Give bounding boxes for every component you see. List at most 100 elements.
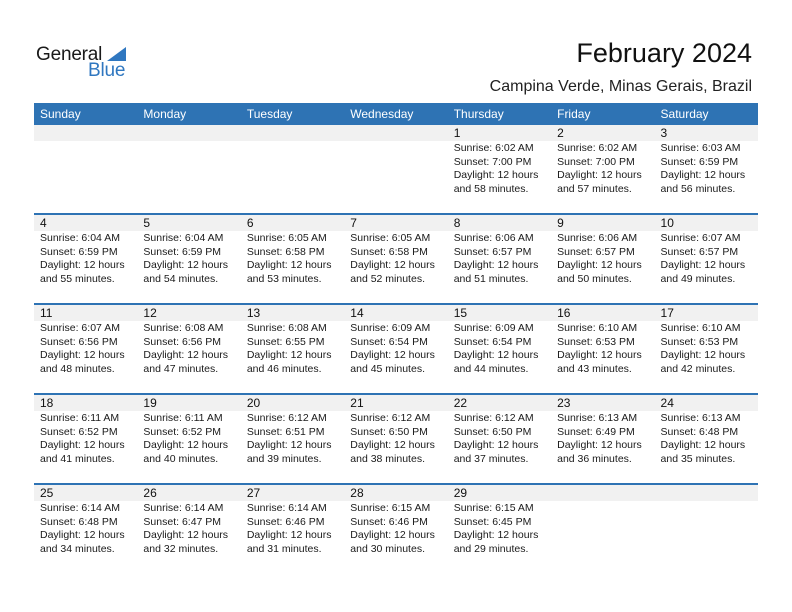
sunrise-text: Sunrise: 6:14 AM [246, 502, 327, 514]
day-cell: 27 Sunrise: 6:14 AM Sunset: 6:46 PM Dayligh… [241, 485, 344, 556]
day-cell: 6 Sunrise: 6:05 AM Sunset: 6:58 PM Daylight… [241, 215, 344, 286]
generalblue-logo: General Blue [36, 44, 136, 81]
daylight-text: Daylight: 12 hours [350, 439, 435, 451]
daylight-text: Daylight: 12 hours [350, 529, 435, 541]
day-cell [241, 125, 344, 196]
day-cell [655, 485, 758, 556]
day-number: 25 [40, 486, 54, 500]
week-cells: 18 Sunrise: 6:11 AM Sunset: 6:52 PM Dayligh… [34, 395, 758, 466]
day-info: Sunrise: 6:06 AM Sunset: 6:57 PM Daylight:… [454, 232, 551, 286]
day-number: 28 [350, 486, 364, 500]
day-cell: 17 Sunrise: 6:10 AM Sunset: 6:53 PM Dayligh… [655, 305, 758, 376]
day-info: Sunrise: 6:04 AM Sunset: 6:59 PM Daylight:… [143, 232, 240, 286]
day-cell: 16 Sunrise: 6:10 AM Sunset: 6:53 PM Dayligh… [551, 305, 654, 376]
week-cells: 25 Sunrise: 6:14 AM Sunset: 6:48 PM Dayligh… [34, 485, 758, 556]
day-info: Sunrise: 6:15 AM Sunset: 6:46 PM Daylight:… [350, 502, 447, 556]
day-cell: 21 Sunrise: 6:12 AM Sunset: 6:50 PM Dayligh… [344, 395, 447, 466]
daylight-minutes-text: and 32 minutes. [143, 542, 219, 555]
daylight-minutes-text: and 55 minutes. [40, 272, 115, 285]
day-info: Sunrise: 6:08 AM Sunset: 6:56 PM Daylight:… [143, 322, 240, 376]
day-number: 29 [453, 486, 468, 500]
daylight-minutes-text: and 40 minutes. [143, 452, 219, 465]
sunrise-text: Sunrise: 6:07 AM [40, 322, 120, 334]
day-info: Sunrise: 6:15 AM Sunset: 6:45 PM Daylight:… [454, 502, 551, 556]
daylight-text: Daylight: 12 hours [557, 439, 642, 451]
sunset-text: Sunset: 6:51 PM [246, 425, 325, 438]
day-info: Sunrise: 6:13 AM Sunset: 6:48 PM Daylight:… [661, 412, 758, 466]
daylight-minutes-text: and 39 minutes. [246, 452, 322, 465]
sunset-text: Sunset: 6:59 PM [660, 155, 739, 168]
sunrise-text: Sunrise: 6:04 AM [143, 232, 224, 244]
calendar-grid: Sunday Monday Tuesday Wednesday Thursday… [34, 103, 758, 573]
day-number: 27 [246, 486, 261, 500]
sunrise-text: Sunrise: 6:13 AM [557, 412, 638, 424]
day-cell: 11 Sunrise: 6:07 AM Sunset: 6:56 PM Dayligh… [34, 305, 137, 376]
weekday-monday: Monday [143, 107, 187, 121]
daylight-text: Daylight: 12 hours [246, 259, 332, 271]
day-number: 5 [143, 216, 151, 230]
sunrise-text: Sunrise: 6:11 AM [40, 412, 120, 424]
sunrise-text: Sunrise: 6:02 AM [453, 142, 534, 154]
day-info: Sunrise: 6:11 AM Sunset: 6:52 PM Daylight:… [40, 412, 137, 466]
day-info: Sunrise: 6:12 AM Sunset: 6:50 PM Daylight:… [454, 412, 551, 466]
daylight-text: Daylight: 12 hours [557, 259, 642, 271]
daylight-minutes-text: and 47 minutes. [143, 362, 219, 375]
day-cell: 3 Sunrise: 6:03 AM Sunset: 6:59 PM Daylight… [655, 125, 758, 196]
day-cell: 12 Sunrise: 6:08 AM Sunset: 6:56 PM Dayligh… [137, 305, 240, 376]
day-cell: 23 Sunrise: 6:13 AM Sunset: 6:49 PM Dayligh… [551, 395, 654, 466]
daylight-minutes-text: and 31 minutes. [246, 542, 322, 555]
day-number [247, 125, 344, 141]
sunset-text: Sunset: 6:57 PM [660, 245, 739, 258]
sunrise-text: Sunrise: 6:15 AM [453, 502, 534, 514]
sunset-text: Sunset: 6:56 PM [143, 335, 222, 348]
day-cell: 26 Sunrise: 6:14 AM Sunset: 6:47 PM Dayligh… [137, 485, 240, 556]
sunset-text: Sunset: 6:47 PM [143, 515, 222, 528]
daylight-minutes-text: and 44 minutes. [453, 362, 529, 375]
sunset-text: Sunset: 7:00 PM [557, 155, 635, 168]
weekday-sunday: Sunday [40, 107, 81, 121]
daylight-minutes-text: and 29 minutes. [453, 542, 529, 555]
sunset-text: Sunset: 6:48 PM [660, 425, 739, 438]
day-number: 14 [350, 306, 364, 320]
day-info: Sunrise: 6:05 AM Sunset: 6:58 PM Daylight:… [350, 232, 447, 286]
sunrise-text: Sunrise: 6:08 AM [246, 322, 327, 334]
day-cell: 14 Sunrise: 6:09 AM Sunset: 6:54 PM Dayligh… [344, 305, 447, 376]
sunset-text: Sunset: 6:56 PM [40, 335, 118, 348]
day-number: 18 [40, 396, 54, 410]
daylight-text: Daylight: 12 hours [246, 349, 332, 361]
day-number: 23 [557, 396, 571, 410]
sunrise-text: Sunrise: 6:07 AM [660, 232, 741, 244]
daylight-text: Daylight: 12 hours [453, 349, 539, 361]
day-cell: 25 Sunrise: 6:14 AM Sunset: 6:48 PM Dayligh… [34, 485, 137, 556]
sunset-text: Sunset: 6:54 PM [453, 335, 532, 348]
day-number: 22 [453, 396, 468, 410]
daylight-text: Daylight: 12 hours [143, 349, 229, 361]
sunset-text: Sunset: 6:46 PM [246, 515, 325, 528]
day-number: 16 [557, 306, 571, 320]
day-number: 6 [246, 216, 254, 230]
day-number: 15 [453, 306, 468, 320]
day-info: Sunrise: 6:07 AM Sunset: 6:57 PM Daylight:… [661, 232, 758, 286]
daylight-minutes-text: and 30 minutes. [350, 542, 425, 555]
week-cells: 4 Sunrise: 6:04 AM Sunset: 6:59 PM Daylight… [34, 215, 758, 286]
weekday-saturday: Saturday [660, 107, 709, 121]
page-title: February 2024 [576, 38, 752, 68]
sunrise-text: Sunrise: 6:13 AM [660, 412, 741, 424]
sunrise-text: Sunrise: 6:05 AM [246, 232, 327, 244]
day-info: Sunrise: 6:05 AM Sunset: 6:58 PM Daylight:… [247, 232, 344, 286]
location-subtitle: Campina Verde, Minas Gerais, Brazil [489, 78, 752, 95]
sunset-text: Sunset: 6:54 PM [350, 335, 428, 348]
daylight-text: Daylight: 12 hours [660, 259, 746, 271]
sunset-text: Sunset: 6:45 PM [453, 515, 532, 528]
day-info: Sunrise: 6:06 AM Sunset: 6:57 PM Daylight:… [557, 232, 654, 286]
daylight-minutes-text: and 58 minutes. [453, 182, 529, 195]
daylight-minutes-text: and 49 minutes. [660, 272, 736, 285]
daylight-text: Daylight: 12 hours [557, 169, 642, 181]
daylight-minutes-text: and 38 minutes. [350, 452, 425, 465]
logo-text-blue: Blue [88, 60, 126, 81]
daylight-text: Daylight: 12 hours [660, 349, 746, 361]
sunrise-text: Sunrise: 6:09 AM [453, 322, 534, 334]
day-info: Sunrise: 6:04 AM Sunset: 6:59 PM Daylight:… [40, 232, 137, 286]
day-number: 24 [660, 396, 674, 410]
sunrise-text: Sunrise: 6:03 AM [660, 142, 741, 154]
